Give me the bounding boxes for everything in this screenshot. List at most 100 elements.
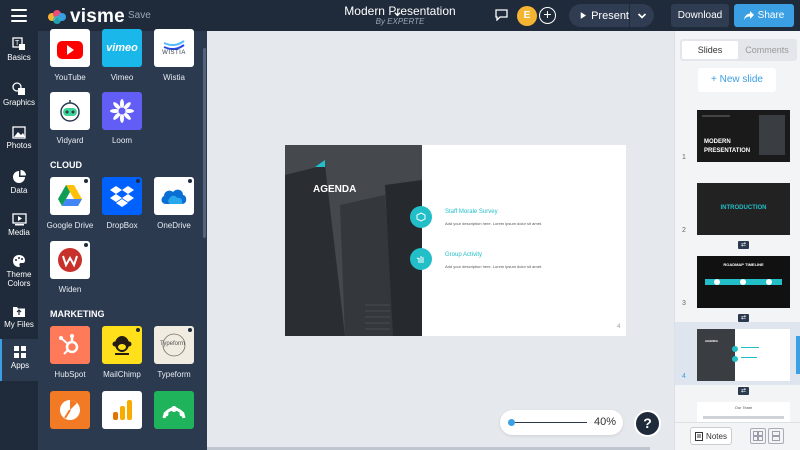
notes-label: Notes xyxy=(706,431,727,441)
app-vidyard[interactable]: Vidyard xyxy=(50,92,90,145)
new-slide-button[interactable]: + New slide xyxy=(698,68,776,92)
nav-label: Photos xyxy=(6,141,32,150)
list-view-button[interactable] xyxy=(768,428,784,444)
brand-name: visme xyxy=(70,6,125,27)
thumb-title: Our Team xyxy=(734,405,753,410)
list-view-icon xyxy=(772,431,780,441)
connected-dot xyxy=(188,328,192,332)
zoom-slider-handle[interactable] xyxy=(508,419,515,426)
agenda-item-2-desc: Add your description here. Lorem ipsum d… xyxy=(445,264,543,269)
slide-thumbnail-3[interactable]: ROADMAP TIMELINE xyxy=(697,256,790,308)
nav-theme-colors[interactable]: Theme Colors xyxy=(0,254,38,294)
app-label: Widen xyxy=(58,285,82,294)
vimeo-tile: vimeo xyxy=(102,29,142,67)
app-hubspot[interactable]: HubSpot xyxy=(50,326,90,379)
tab-comments[interactable]: Comments xyxy=(739,41,795,59)
app-tile-orange[interactable] xyxy=(50,391,90,429)
nav-label: Data xyxy=(10,186,28,195)
zoom-slider-track[interactable] xyxy=(515,422,587,423)
app-loom[interactable]: Loom xyxy=(102,92,142,145)
slide-number: 4 xyxy=(682,373,686,380)
vidyard-robot-icon xyxy=(60,100,80,122)
app-widen[interactable]: Widen xyxy=(50,241,90,294)
network-icon xyxy=(162,406,186,419)
visme-logo[interactable]: visme xyxy=(47,6,125,28)
transition-icon[interactable]: ⇄ xyxy=(738,241,749,249)
mailchimp-tile xyxy=(102,326,142,364)
app-google-analytics[interactable] xyxy=(102,391,142,429)
menu-icon[interactable] xyxy=(11,9,27,22)
app-wistia[interactable]: WISTIA Wistia xyxy=(154,29,194,82)
hand-icon xyxy=(416,256,424,263)
nav-graphics[interactable]: Graphics xyxy=(0,82,38,114)
slide-thumbnail-5[interactable]: Our Team xyxy=(697,402,790,422)
nav-label: Apps xyxy=(10,361,30,370)
present-options-button[interactable] xyxy=(630,4,654,27)
app-onedrive[interactable]: OneDrive xyxy=(154,177,194,230)
nav-media[interactable]: Media xyxy=(0,213,38,245)
tab-slides[interactable]: Slides xyxy=(682,41,738,59)
google-drive-icon xyxy=(58,185,82,206)
nav-data[interactable]: Data xyxy=(0,170,38,202)
nav-my-files[interactable]: My Files xyxy=(0,305,38,337)
transition-icon[interactable]: ⇄ xyxy=(738,387,749,395)
orange-app-tile xyxy=(50,391,90,429)
slide-heading: AGENDA xyxy=(313,184,357,195)
nav-label: Graphics xyxy=(2,98,35,107)
app-label: Typeform xyxy=(157,370,191,379)
app-label: OneDrive xyxy=(157,221,191,230)
grid-view-button[interactable] xyxy=(750,428,766,444)
nav-basics[interactable]: T Basics xyxy=(0,37,38,69)
basics-icon: T xyxy=(12,37,25,50)
share-icon xyxy=(743,11,754,20)
apps-icon xyxy=(14,346,26,358)
cube-icon xyxy=(416,212,426,222)
nav-apps[interactable]: Apps xyxy=(0,339,38,381)
mailchimp-monkey-icon xyxy=(112,336,132,355)
nav-photos[interactable]: Photos xyxy=(0,126,38,158)
connected-dot xyxy=(136,328,140,332)
app-youtube[interactable]: YouTube xyxy=(50,29,90,82)
agenda-item-1-desc: Add your description here. Lorem ipsum d… xyxy=(445,221,543,226)
photos-icon xyxy=(12,126,26,139)
typeform-tile: Typeform xyxy=(154,326,194,364)
slide-thumbnail-2[interactable]: INTRODUCTION xyxy=(697,183,790,235)
pie-app-icon xyxy=(60,400,80,420)
app-typeform[interactable]: Typeform Typeform xyxy=(154,326,194,379)
share-button[interactable]: Share xyxy=(734,4,794,27)
wistia-wordmark: WISTIA xyxy=(162,50,186,56)
app-label: HubSpot xyxy=(54,370,86,379)
slide-building-photo xyxy=(285,145,422,336)
slide-number: 1 xyxy=(682,154,686,161)
connected-dot xyxy=(136,179,140,183)
app-mailchimp[interactable]: MailChimp xyxy=(102,326,142,379)
app-label: Wistia xyxy=(163,73,185,82)
download-button[interactable]: Download xyxy=(671,4,729,27)
thumb-title: MODERN PRESENTATION xyxy=(704,139,751,154)
present-button[interactable]: Present xyxy=(569,4,630,27)
avatar[interactable]: E xyxy=(517,6,537,26)
slide-thumbnail-4[interactable]: AGENDA xyxy=(697,329,790,381)
notes-icon xyxy=(695,431,704,441)
chevron-down-icon xyxy=(637,12,647,19)
slide-thumbnail-1[interactable]: MODERN PRESENTATION xyxy=(697,110,790,162)
save-button[interactable]: Save xyxy=(128,10,151,21)
app-green[interactable] xyxy=(154,391,194,429)
comment-icon[interactable] xyxy=(495,9,508,21)
notes-button[interactable]: Notes xyxy=(690,427,732,445)
add-collaborator-button[interactable]: + xyxy=(539,7,556,24)
slide-canvas[interactable]: AGENDA xyxy=(285,145,626,336)
timeline-art xyxy=(705,279,782,285)
chevron-down-icon[interactable] xyxy=(393,10,402,19)
app-google-drive[interactable]: Google Drive xyxy=(47,177,93,230)
help-button[interactable]: ? xyxy=(634,410,661,437)
data-icon xyxy=(13,170,26,183)
app-vimeo[interactable]: vimeo Vimeo xyxy=(102,29,142,82)
vidyard-tile xyxy=(50,92,90,130)
play-icon xyxy=(580,12,587,19)
app-dropbox[interactable]: DropBox xyxy=(102,177,142,230)
top-bar: visme Save Modern Presentation By EXPERT… xyxy=(0,0,800,31)
bar-chart-icon xyxy=(113,400,132,420)
transition-icon[interactable]: ⇄ xyxy=(738,314,749,322)
zoom-control: 40% xyxy=(500,410,623,435)
